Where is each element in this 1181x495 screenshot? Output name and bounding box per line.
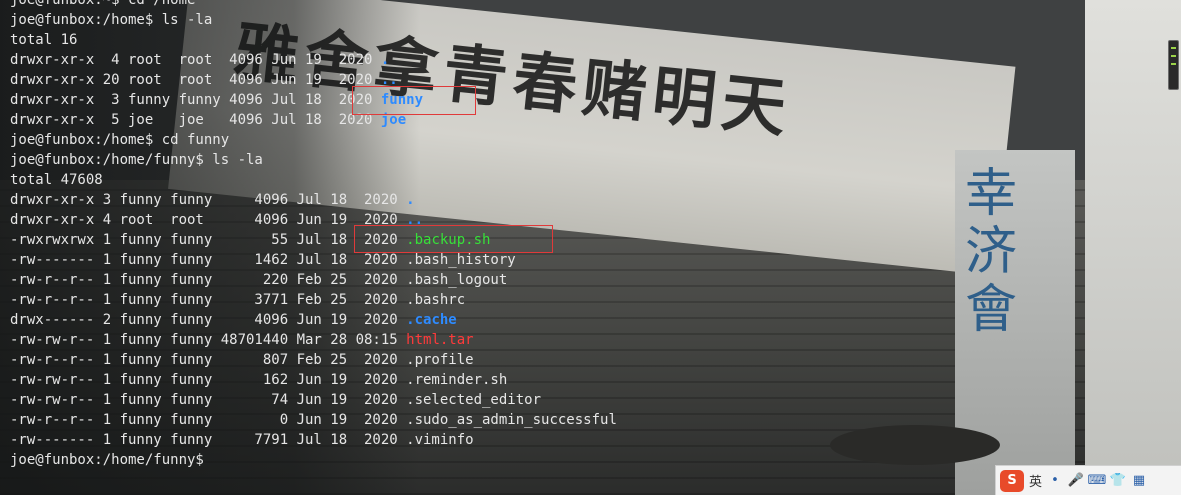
terminal-line-text: -rw-r--r-- 1 funny funny 807 Feb 25 2020… [10, 352, 474, 368]
terminal-line-text: -rwxrwxrwx 1 funny funny 55 Jul 18 2020 [10, 232, 407, 248]
terminal-line: -rw-rw-r-- 1 funny funny 48701440 Mar 28… [10, 330, 1181, 350]
terminal-line-text: joe@funbox:/home$ cd funny [10, 132, 230, 148]
sogou-logo-icon[interactable]: S [1000, 469, 1024, 492]
terminal-line-text: joe@funbox:/home$ ls -la [10, 12, 213, 28]
terminal-line-text: -rw-rw-r-- 1 funny funny 48701440 Mar 28… [10, 332, 407, 348]
terminal-line: drwx------ 2 funny funny 4096 Jun 19 202… [10, 310, 1181, 330]
dot-icon[interactable]: • [1047, 473, 1063, 489]
terminal-line-text: joe@funbox:~$ cd /home [10, 0, 196, 8]
terminal-line: -rw-r--r-- 1 funny funny 0 Jun 19 2020 .… [10, 410, 1181, 430]
mic-icon[interactable]: 🎤 [1068, 473, 1084, 489]
terminal-filename-blue: . [406, 192, 415, 208]
terminal-line-text: -rw------- 1 funny funny 7791 Jul 18 202… [10, 432, 474, 448]
scroll-indicator[interactable] [1168, 40, 1179, 90]
terminal-line: joe@funbox:/home$ ls -la [10, 10, 1181, 30]
terminal-line: drwxr-xr-x 3 funny funny 4096 Jul 18 202… [10, 190, 1181, 210]
terminal-line: drwxr-xr-x 4 root root 4096 Jun 19 2020 … [10, 210, 1181, 230]
terminal-filename-blue: .cache [406, 312, 457, 328]
terminal-line: joe@funbox:/home/funny$ ls -la [10, 150, 1181, 170]
terminal-line-text: total 16 [10, 32, 78, 48]
terminal-line: -rwxrwxrwx 1 funny funny 55 Jul 18 2020 … [10, 230, 1181, 250]
terminal-output[interactable]: joe@funbox:~$ cd /home joe@funbox:/home$ … [10, 0, 1181, 495]
terminal-line: -rw------- 1 funny funny 1462 Jul 18 202… [10, 250, 1181, 270]
terminal-line-text: drwxr-xr-x 4 root root 4096 Jun 19 2020 [10, 52, 381, 68]
terminal-line: total 16 [10, 30, 1181, 50]
terminal-line-text: drwxr-xr-x 3 funny funny 4096 Jul 18 202… [10, 192, 407, 208]
keyboard-icon[interactable]: ⌨ [1088, 473, 1107, 489]
terminal-line: -rw-r--r-- 1 funny funny 220 Feb 25 2020… [10, 270, 1181, 290]
terminal-filename-blue: . [380, 52, 390, 68]
terminal-line-text: drwxr-xr-x 5 joe joe 4096 Jul 18 2020 [10, 112, 381, 128]
terminal-line: -rw-rw-r-- 1 funny funny 74 Jun 19 2020 … [10, 390, 1181, 410]
terminal-line-text: joe@funbox:/home/funny$ ls -la [10, 152, 263, 168]
terminal-line-text: drwxr-xr-x 20 root root 4096 Jun 19 2020 [10, 72, 381, 88]
terminal-line: drwxr-xr-x 5 joe joe 4096 Jul 18 2020 jo… [10, 110, 1181, 130]
highlight-box-funny [352, 86, 476, 115]
ime-language-toggle[interactable]: 英 [1029, 471, 1042, 490]
terminal-line-text: -rw------- 1 funny funny 1462 Jul 18 202… [10, 252, 516, 268]
terminal-line: drwxr-xr-x 20 root root 4096 Jun 19 2020… [10, 70, 1181, 90]
terminal-line-text: joe@funbox:/home/funny$ [10, 452, 213, 468]
terminal-line: -rw-rw-r-- 1 funny funny 162 Jun 19 2020… [10, 370, 1181, 390]
terminal-filename-red: html.tar [406, 332, 474, 348]
terminal-line-text: -rw-r--r-- 1 funny funny 3771 Feb 25 202… [10, 292, 466, 308]
terminal-line-text: drwxr-xr-x 4 root root 4096 Jun 19 2020 [10, 212, 407, 228]
terminal-line: -rw------- 1 funny funny 7791 Jul 18 202… [10, 430, 1181, 450]
terminal-line: drwxr-xr-x 4 root root 4096 Jun 19 2020 … [10, 50, 1181, 70]
highlight-box-backup-sh [354, 225, 553, 253]
terminal-line-text: -rw-rw-r-- 1 funny funny 162 Jun 19 2020… [10, 372, 508, 388]
terminal-line-text: -rw-r--r-- 1 funny funny 0 Jun 19 2020 .… [10, 412, 617, 428]
terminal-line-text: drwxr-xr-x 3 funny funny 4096 Jul 18 202… [10, 92, 381, 108]
terminal-line: -rw-r--r-- 1 funny funny 3771 Feb 25 202… [10, 290, 1181, 310]
ime-toolbar: S 英 • 🎤 ⌨ 👕 ▦ [995, 465, 1181, 495]
terminal-line: joe@funbox:/home$ cd funny [10, 130, 1181, 150]
terminal-line: drwxr-xr-x 3 funny funny 4096 Jul 18 202… [10, 90, 1181, 110]
shirt-icon[interactable]: 👕 [1110, 473, 1126, 489]
terminal-line-text: total 47608 [10, 172, 103, 188]
terminal-line: joe@funbox:~$ cd /home [10, 0, 1181, 10]
terminal-line-text: drwx------ 2 funny funny 4096 Jun 19 202… [10, 312, 407, 328]
terminal-line: total 47608 [10, 170, 1181, 190]
terminal-line: -rw-r--r-- 1 funny funny 807 Feb 25 2020… [10, 350, 1181, 370]
grid-icon[interactable]: ▦ [1131, 473, 1147, 489]
terminal-line-text: -rw-rw-r-- 1 funny funny 74 Jun 19 2020 … [10, 392, 542, 408]
terminal-line-text: -rw-r--r-- 1 funny funny 220 Feb 25 2020… [10, 272, 508, 288]
